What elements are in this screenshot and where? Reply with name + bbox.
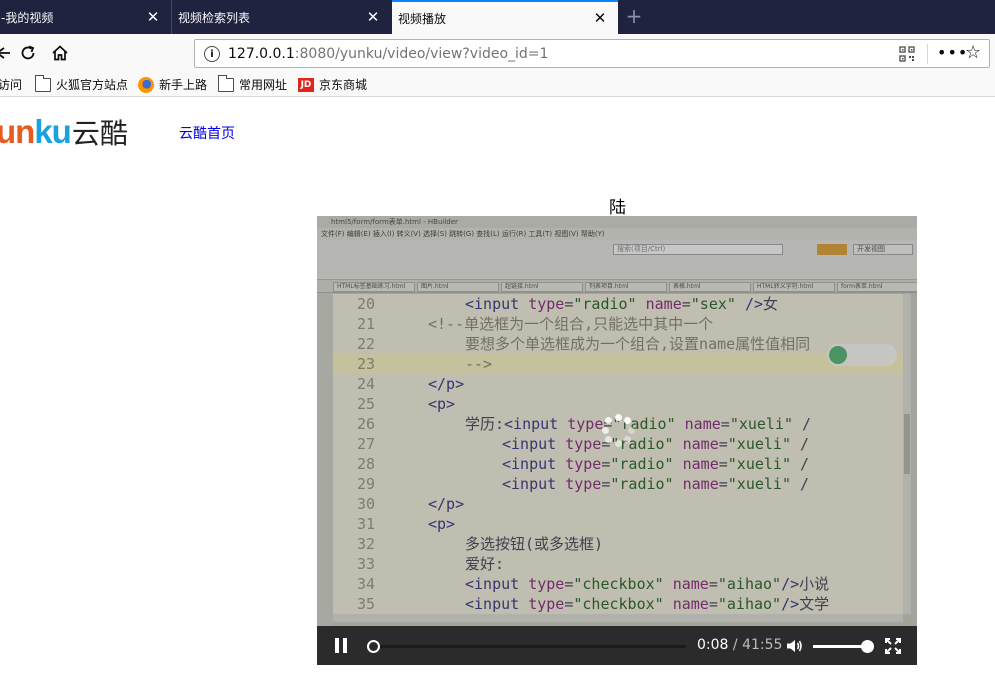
star-icon[interactable]: ☆ [965,42,981,63]
bookmark-label: 火狐官方站点 [56,78,129,92]
bookmark-item[interactable]: 新手上路 [138,76,207,93]
spinner-dot [623,417,631,425]
folder-icon [35,74,51,92]
spinner-dot [614,439,622,447]
info-icon[interactable]: i [204,46,220,62]
current-time: 0:08 [697,637,729,653]
back-arrow-icon[interactable] [0,42,14,64]
volume-handle[interactable] [861,640,874,653]
video-title: 陆 [609,198,626,218]
bookmark-item[interactable]: 常用网址 [218,74,288,93]
tab-title: 视频检索列表 [178,10,251,25]
logo-text-orange: un [0,113,35,150]
time-separator: / [732,637,738,653]
bookmarks-toolbar: 访问 火狐官方站点 新手上路 常用网址 JD 京东商城 [0,72,995,97]
fullscreen-icon[interactable] [885,638,901,654]
home-link[interactable]: 云酷首页 [179,123,235,143]
spinner-dot [627,426,635,434]
spinner-dot [623,435,631,443]
bookmark-item[interactable]: JD 京东商城 [298,76,367,93]
folder-icon [218,74,234,92]
pause-icon[interactable] [335,638,347,653]
duration: 41:55 [742,637,783,653]
volume-fill [813,645,867,648]
bookmark-item[interactable]: 访问 [0,76,22,93]
time-display: 0:08 / 41:55 [697,637,782,653]
tab-my-videos[interactable]: -我的视频 ✕ [0,0,171,34]
spinner-dot [614,413,622,421]
jd-icon: JD [298,77,314,92]
tab-title: -我的视频 [1,10,54,25]
player-controls: 0:08 / 41:55 [317,626,917,665]
bookmark-label: 新手上路 [159,78,208,92]
video-frame[interactable]: html5/form/form表单.html - HBuilder 文件(F) … [317,216,917,626]
bookmark-item[interactable]: 火狐官方站点 [35,74,129,93]
bookmark-label: 京东商城 [319,78,368,92]
volume-icon[interactable] [785,637,803,655]
logo-text-cn: 云酷 [71,118,128,149]
divider [927,44,928,64]
tab-video-search-list[interactable]: 视频检索列表 ✕ [171,0,391,34]
bookmark-label: 常用网址 [239,78,288,92]
qr-code-icon[interactable] [899,46,915,62]
site-logo[interactable]: un ku 云酷 [0,112,128,152]
spinner-dot [601,426,609,434]
page-actions-icon[interactable]: ••• [937,43,968,62]
progress-bar[interactable] [367,640,686,653]
loading-spinner-icon [600,412,636,448]
video-player[interactable]: html5/form/form表单.html - HBuilder 文件(F) … [317,216,917,665]
close-icon[interactable]: ✕ [143,7,163,27]
volume-slider[interactable] [813,640,874,653]
spinner-dot [605,435,613,443]
address-bar[interactable]: i 127.0.0.1:8080/yunku/video/view?video_… [194,39,990,68]
bookmark-label: 访问 [0,78,23,92]
navigation-toolbar: i 127.0.0.1:8080/yunku/video/view?video_… [0,34,995,72]
reload-icon[interactable] [17,42,39,64]
tab-strip: -我的视频 ✕ 视频检索列表 ✕ 视频播放 ✕ + [0,0,995,34]
plus-icon[interactable]: + [624,4,644,28]
tab-title: 视频播放 [398,11,447,26]
close-icon[interactable]: ✕ [590,8,610,28]
url-text[interactable]: 127.0.0.1:8080/yunku/video/view?video_id… [228,46,548,62]
logo-text-blue: ku [34,113,72,150]
home-icon[interactable] [49,42,71,64]
spinner-dot [605,417,613,425]
firefox-icon [138,76,154,93]
progress-handle[interactable] [367,640,380,653]
tab-video-play[interactable]: 视频播放 ✕ [392,0,618,34]
close-icon[interactable]: ✕ [363,7,383,27]
